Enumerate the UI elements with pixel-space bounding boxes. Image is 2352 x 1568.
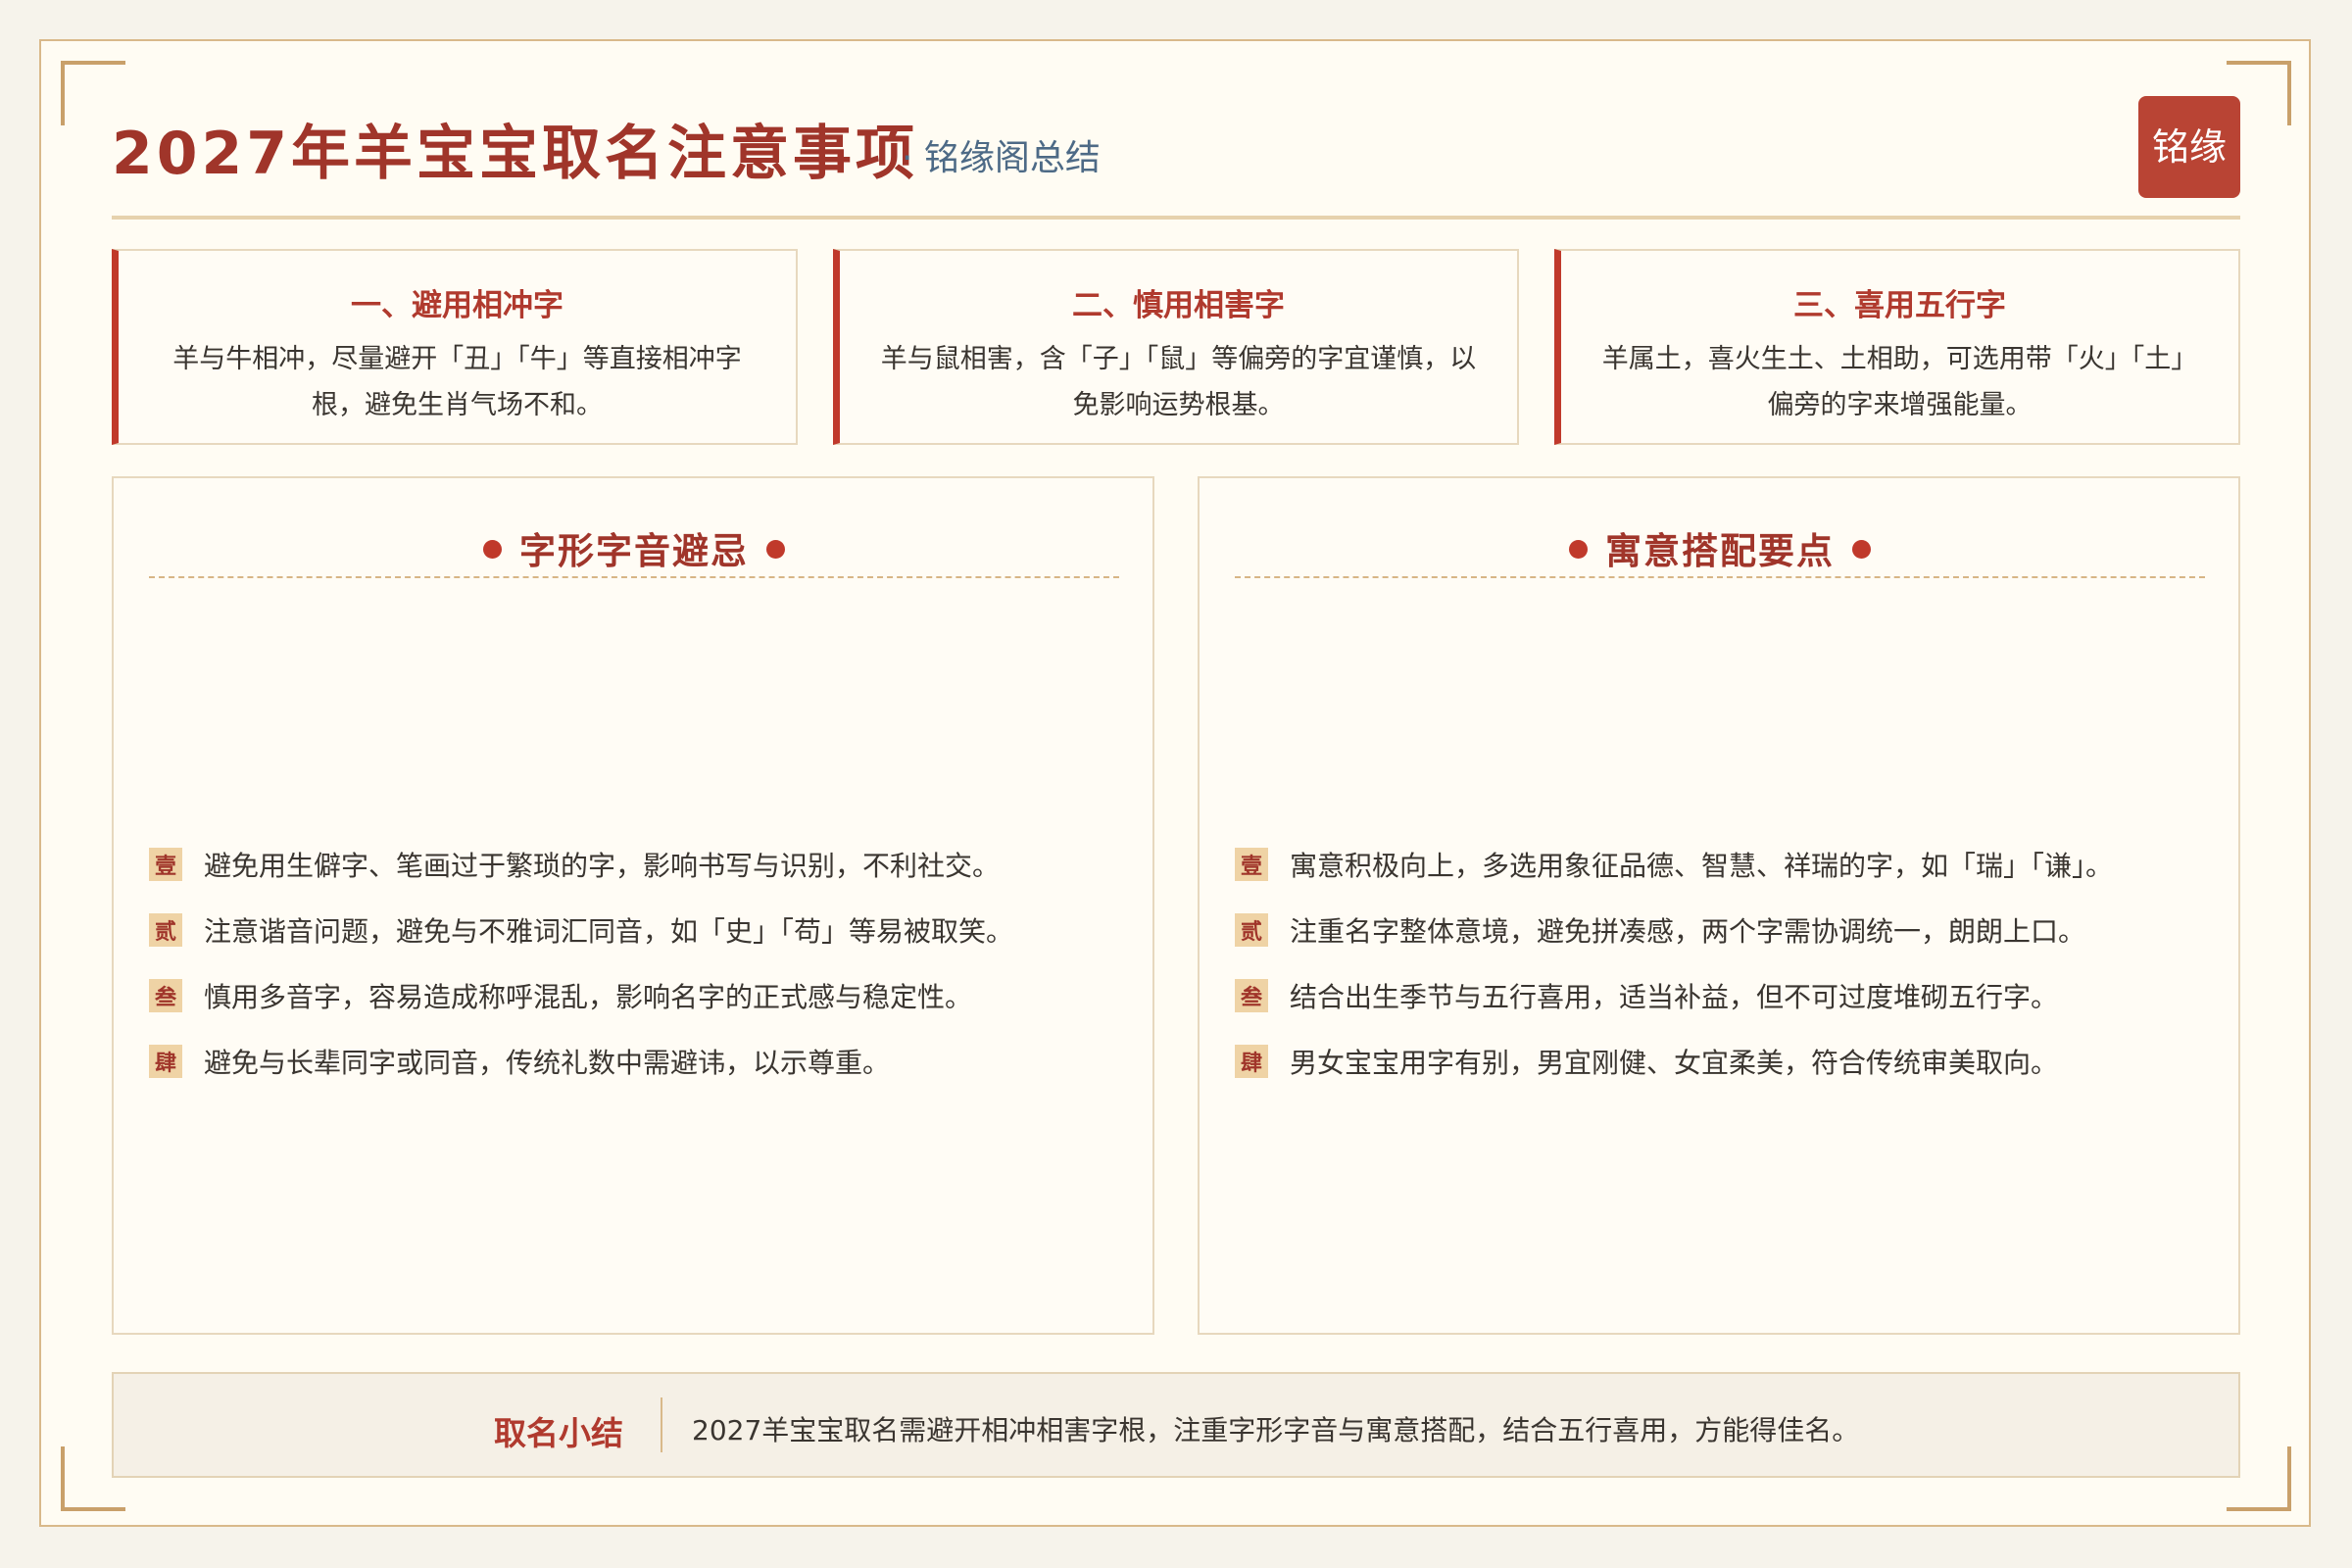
list-item: 壹 寓意积极向上，多选用象征品德、智慧、祥瑞的字，如「瑞」「谦」。: [1235, 831, 2205, 897]
summary-divider: [661, 1397, 662, 1452]
list-item: 叁 慎用多音字，容易造成称呼混乱，影响名字的正式感与稳定性。: [149, 962, 1119, 1028]
numeral-badge: 叁: [1235, 978, 1268, 1012]
list-item-text: 避免与长辈同字或同音，传统礼数中需避讳，以示尊重。: [204, 1046, 891, 1079]
numeral-badge: 贰: [1235, 912, 1268, 947]
list-item: 贰 注重名字整体意境，避免拼凑感，两个字需协调统一，朗朗上口。: [1235, 897, 2205, 962]
list-item-text: 注重名字整体意境，避免拼凑感，两个字需协调统一，朗朗上口。: [1290, 914, 2086, 948]
list-item-text: 注意谐音问题，避免与不雅词汇同音，如「史」「苟」等易被取笑。: [204, 914, 1014, 948]
summary-bar: 取名小结 2027羊宝宝取名需避开相冲相害字根，注重字形字音与寓意搭配，结合五行…: [112, 1372, 2240, 1478]
tip-title: 二、慎用相害字: [1072, 288, 1285, 323]
list-item-text: 慎用多音字，容易造成称呼混乱，影响名字的正式感与稳定性。: [204, 980, 973, 1013]
list-item: 肆 避免与长辈同字或同音，传统礼数中需避讳，以示尊重。: [149, 1028, 1119, 1094]
panel-divider: [149, 576, 1119, 578]
panel-heading-text: 字形字音避忌: [519, 530, 749, 572]
list-item: 肆 男女宝宝用字有别，男宜刚健、女宜柔美，符合传统审美取向。: [1235, 1028, 2205, 1094]
panel-heading: 字形字音避忌: [149, 521, 1119, 574]
panel-glyph-sound: 字形字音避忌 壹 避免用生僻字、笔画过于繁琐的字，影响书写与识别，不利社交。 贰…: [112, 476, 1154, 1335]
dot-icon: [766, 540, 785, 559]
panel-heading: 寓意搭配要点: [1235, 521, 2205, 574]
list-item: 叁 结合出生季节与五行喜用，适当补益，但不可过度堆砌五行字。: [1235, 962, 2205, 1028]
tip-body: 羊属土，喜火生土、土相助，可选用带「火」「土」偏旁的字来增强能量。: [1601, 344, 2198, 420]
list-item-text: 结合出生季节与五行喜用，适当补益，但不可过度堆砌五行字。: [1290, 980, 2059, 1013]
numeral-badge: 壹: [149, 847, 182, 881]
numeral-badge: 叁: [149, 978, 182, 1012]
panel-divider: [1235, 576, 2205, 578]
page-title: 2027年羊宝宝取名注意事项: [112, 120, 918, 188]
list-item: 壹 避免用生僻字、笔画过于繁琐的字，影响书写与识别，不利社交。: [149, 831, 1119, 897]
list-item-text: 男女宝宝用字有别，男宜刚健、女宜柔美，符合传统审美取向。: [1290, 1046, 2059, 1079]
dot-icon: [1852, 540, 1871, 559]
tip-title: 三、喜用五行字: [1793, 288, 2006, 323]
summary-label: 取名小结: [494, 1414, 623, 1452]
dot-icon: [1569, 540, 1588, 559]
list-item: 贰 注意谐音问题，避免与不雅词汇同音，如「史」「苟」等易被取笑。: [149, 897, 1119, 962]
rule-list: 壹 避免用生僻字、笔画过于繁琐的字，影响书写与识别，不利社交。 贰 注意谐音问题…: [149, 831, 1119, 1094]
list-item-text: 避免用生僻字、笔画过于繁琐的字，影响书写与识别，不利社交。: [204, 849, 1001, 882]
tip-body: 羊与牛相冲，尽量避开「丑」「牛」等直接相冲字根，避免生肖气场不和。: [172, 344, 742, 420]
numeral-badge: 贰: [149, 912, 182, 947]
dot-icon: [483, 540, 502, 559]
panel-heading-text: 寓意搭配要点: [1605, 530, 1835, 572]
tip-card-five-elements: 三、喜用五行字 羊属土，喜火生土、土相助，可选用带「火」「土」偏旁的字来增强能量…: [1554, 249, 2240, 445]
numeral-badge: 壹: [1235, 847, 1268, 881]
seal-logo: 铭缘: [2138, 96, 2240, 198]
tip-card-harm: 二、慎用相害字 羊与鼠相害，含「子」「鼠」等偏旁的字宜谨慎，以免影响运势根基。: [833, 249, 1519, 445]
list-item-text: 寓意积极向上，多选用象征品德、智慧、祥瑞的字，如「瑞」「谦」。: [1290, 849, 2114, 882]
header-divider: [112, 216, 2240, 220]
numeral-badge: 肆: [1235, 1044, 1268, 1078]
numeral-badge: 肆: [149, 1044, 182, 1078]
panel-meaning: 寓意搭配要点 壹 寓意积极向上，多选用象征品德、智慧、祥瑞的字，如「瑞」「谦」。…: [1198, 476, 2240, 1335]
tip-title: 一、避用相冲字: [351, 288, 564, 323]
tip-card-conflict: 一、避用相冲字 羊与牛相冲，尽量避开「丑」「牛」等直接相冲字根，避免生肖气场不和…: [112, 249, 798, 445]
summary-text: 2027羊宝宝取名需避开相冲相害字根，注重字形字音与寓意搭配，结合五行喜用，方能…: [692, 1414, 1860, 1446]
tip-body: 羊与鼠相害，含「子」「鼠」等偏旁的字宜谨慎，以免影响运势根基。: [880, 344, 1477, 420]
page-subtitle: · 铭缘阁总结: [902, 138, 1101, 178]
rule-list: 壹 寓意积极向上，多选用象征品德、智慧、祥瑞的字，如「瑞」「谦」。 贰 注重名字…: [1235, 831, 2205, 1094]
